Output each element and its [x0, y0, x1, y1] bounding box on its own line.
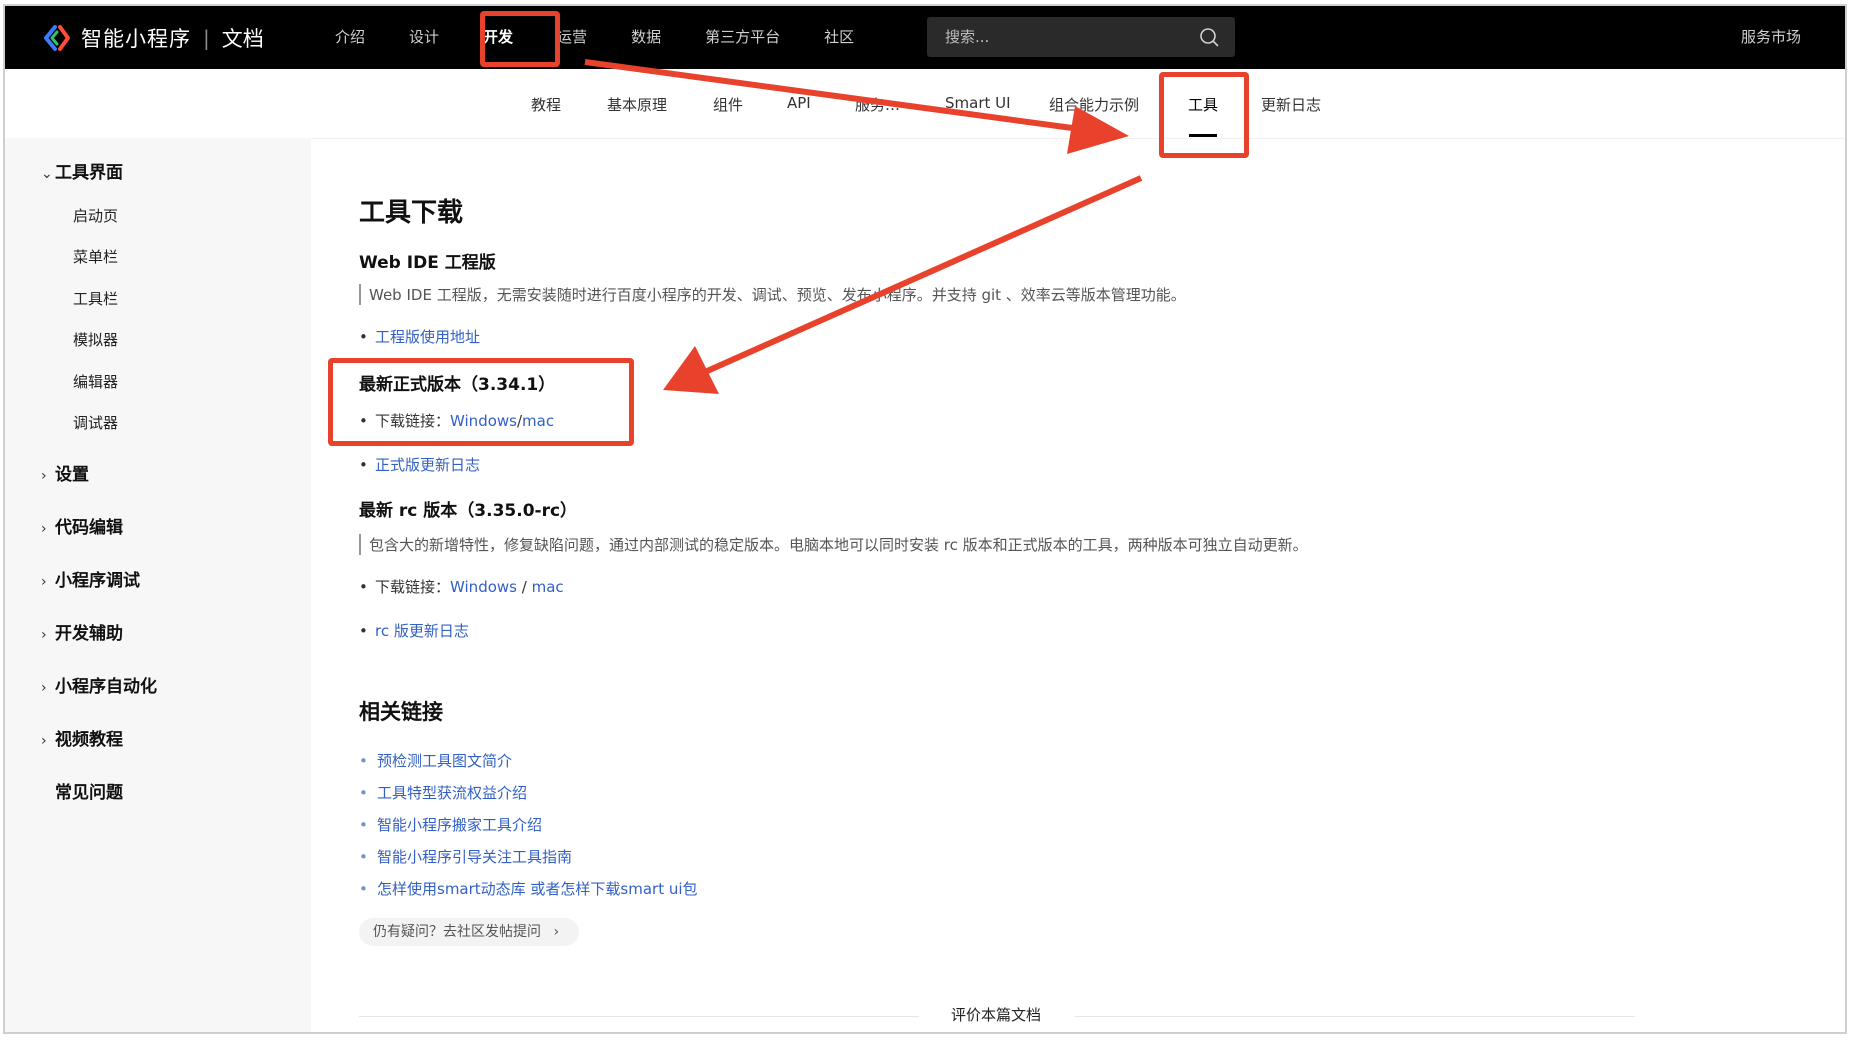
- chevron-right-icon: ›: [41, 733, 47, 749]
- sidebar-item-menubar[interactable]: 菜单栏: [73, 246, 118, 267]
- sidebar-group-label: 工具界面: [55, 163, 123, 183]
- rc-changelog-link[interactable]: rc 版更新日志: [375, 622, 469, 640]
- list-item: • 正式版更新日志: [359, 456, 481, 474]
- chevron-right-icon: ›: [41, 521, 47, 537]
- stable-changelog-link[interactable]: 正式版更新日志: [375, 456, 480, 474]
- topnav-community[interactable]: 社区: [824, 6, 854, 69]
- subnav-capability-examples[interactable]: 组合能力示例: [1049, 94, 1139, 115]
- browser-viewport: 智能小程序 | 文档 介绍 设计 开发 运营 数据 第三方平台 社区 服务市场: [3, 4, 1847, 1034]
- logo-subtitle: 文档: [221, 27, 264, 51]
- list-item: • 智能小程序搬家工具介绍: [359, 816, 543, 834]
- divider: [1075, 1016, 1635, 1017]
- topnav-intro[interactable]: 介绍: [335, 6, 365, 69]
- arrow-head-download: [663, 346, 719, 394]
- sidebar-item-toolbar[interactable]: 工具栏: [73, 288, 118, 309]
- sidebar-group-debugging[interactable]: › 小程序调试: [41, 566, 140, 591]
- sidebar-group-code-editing[interactable]: › 代码编辑: [41, 513, 123, 538]
- subnav-smart-ui[interactable]: Smart UI: [945, 94, 1011, 112]
- chevron-right-icon: ›: [41, 680, 47, 696]
- sidebar-group-label: 常见问题: [55, 783, 123, 803]
- subnav-api[interactable]: API: [787, 94, 811, 112]
- chevron-right-icon: ›: [41, 574, 47, 590]
- subnav-changelog[interactable]: 更新日志: [1261, 94, 1321, 115]
- web-ide-link[interactable]: 工程版使用地址: [375, 328, 480, 346]
- topnav-third-party[interactable]: 第三方平台: [705, 6, 780, 69]
- web-ide-description: Web IDE 工程版，无需安装随时进行百度小程序的开发、调试、预览、发布小程序…: [359, 284, 1186, 305]
- sidebar-group-label: 设置: [55, 465, 89, 485]
- sidebar-item-debugger[interactable]: 调试器: [73, 412, 118, 433]
- related-link-traffic[interactable]: 工具特型获流权益介绍: [377, 784, 527, 802]
- sidebar-item-simulator[interactable]: 模拟器: [73, 329, 118, 350]
- sidebar-item-editor[interactable]: 编辑器: [73, 371, 118, 392]
- sidebar-group-settings[interactable]: › 设置: [41, 460, 89, 485]
- chevron-right-icon: ›: [41, 627, 47, 643]
- list-item: • 工具特型获流权益介绍: [359, 784, 528, 802]
- related-link-precheck[interactable]: 预检测工具图文简介: [377, 752, 512, 770]
- rc-description: 包含大的新增特性，修复缺陷问题，通过内部测试的稳定版本。电脑本地可以同时安装 r…: [359, 534, 1308, 555]
- list-item: • rc 版更新日志: [359, 622, 469, 640]
- list-item: • 工程版使用地址: [359, 328, 481, 346]
- ask-community-button[interactable]: 仍有疑问？去社区发帖提问 ›: [359, 918, 580, 946]
- sidebar-group-dev-assist[interactable]: › 开发辅助: [41, 619, 123, 644]
- search-box: [927, 17, 1235, 57]
- sidebar-group-faq[interactable]: 常见问题: [41, 778, 123, 803]
- site-logo[interactable]: 智能小程序 | 文档: [43, 23, 264, 53]
- highlight-box-stable-download: [328, 358, 634, 446]
- list-item: • 智能小程序引导关注工具指南: [359, 848, 573, 866]
- arrow-line-tools-to-download: [703, 175, 1143, 375]
- swan-logo-icon: [43, 24, 71, 52]
- list-item: • 下载链接：Windows / mac: [359, 578, 564, 596]
- sidebar: ⌄ 工具界面 启动页 菜单栏 工具栏 模拟器 编辑器 调试器 › 设置 › 代码编辑 …: [5, 138, 311, 1032]
- related-link-migration[interactable]: 智能小程序搬家工具介绍: [377, 816, 542, 834]
- sub-navigation-bar: 教程 基本原理 组件 API 服务… Smart UI 组合能力示例 工具 更新…: [5, 69, 1845, 139]
- topnav-operate[interactable]: 运营: [557, 6, 587, 69]
- search-icon[interactable]: [1199, 27, 1219, 47]
- related-link-smart-ui[interactable]: 怎样使用smart动态库 或者怎样下载smart ui包: [377, 880, 698, 898]
- highlight-box-develop: [480, 11, 560, 67]
- highlight-box-tools: [1159, 72, 1249, 158]
- search-input[interactable]: [945, 17, 1185, 57]
- related-link-follow-guide[interactable]: 智能小程序引导关注工具指南: [377, 848, 572, 866]
- subnav-tutorial[interactable]: 教程: [531, 94, 561, 115]
- sidebar-group-label: 小程序调试: [55, 571, 140, 591]
- sidebar-group-video[interactable]: › 视频教程: [41, 725, 123, 750]
- chevron-right-icon: ›: [553, 924, 560, 940]
- rc-version-heading: 最新 rc 版本（3.35.0-rc）: [359, 501, 578, 521]
- sidebar-group-label: 视频教程: [55, 730, 123, 750]
- top-nav-menu: 介绍 设计 开发 运营 数据 第三方平台 社区: [335, 6, 898, 69]
- rate-document-label: 评价本篇文档: [951, 1006, 1042, 1024]
- logo-text: 智能小程序: [81, 27, 191, 51]
- subnav-principles[interactable]: 基本原理: [607, 94, 667, 115]
- sidebar-group-automation[interactable]: › 小程序自动化: [41, 672, 157, 697]
- topnav-design[interactable]: 设计: [409, 6, 439, 69]
- ask-community-label: 仍有疑问？去社区发帖提问: [373, 924, 541, 940]
- download-label: 下载链接：: [375, 578, 451, 596]
- chevron-down-icon: ⌄: [41, 166, 53, 182]
- subnav-services[interactable]: 服务…: [855, 94, 900, 115]
- sidebar-group-tool-ui[interactable]: ⌄ 工具界面: [41, 158, 123, 183]
- subnav-components[interactable]: 组件: [713, 94, 743, 115]
- divider: [359, 1016, 919, 1017]
- top-navigation-bar: 智能小程序 | 文档 介绍 设计 开发 运营 数据 第三方平台 社区 服务市场: [5, 6, 1845, 69]
- chevron-right-icon: ›: [41, 468, 47, 484]
- sidebar-group-label: 代码编辑: [55, 518, 123, 538]
- service-market-link[interactable]: 服务市场: [1741, 6, 1801, 69]
- rc-mac-download-link[interactable]: mac: [532, 578, 564, 596]
- sidebar-group-label: 小程序自动化: [55, 677, 157, 697]
- related-links-heading: 相关链接: [359, 700, 443, 724]
- logo-separator: |: [203, 26, 210, 50]
- topnav-data[interactable]: 数据: [631, 6, 661, 69]
- page-title: 工具下载: [359, 198, 464, 228]
- rc-windows-download-link[interactable]: Windows: [450, 578, 517, 596]
- sidebar-item-startup[interactable]: 启动页: [73, 205, 118, 226]
- list-item: • 怎样使用smart动态库 或者怎样下载smart ui包: [359, 880, 698, 898]
- sidebar-group-label: 开发辅助: [55, 624, 123, 644]
- web-ide-heading: Web IDE 工程版: [359, 253, 496, 273]
- list-item: • 预检测工具图文简介: [359, 752, 513, 770]
- link-separator: /: [516, 578, 532, 596]
